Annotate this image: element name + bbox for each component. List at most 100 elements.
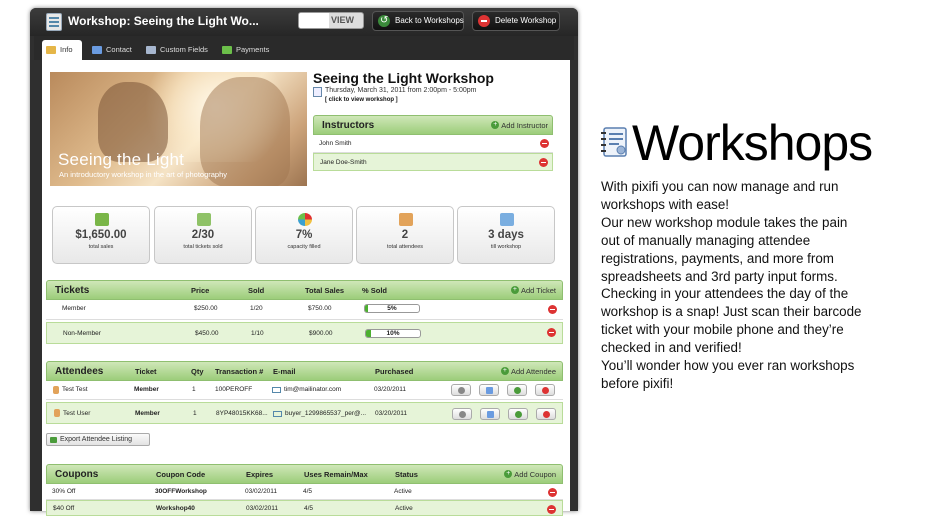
tab-bar: Info Contact Custom Fields Payments [34,36,574,60]
tab-label: Info [60,45,73,54]
remove-icon[interactable] [539,158,548,167]
tab-contact[interactable]: Contact [88,40,138,60]
add-attendee-button[interactable]: Add Attendee [500,367,556,376]
export-attendee-listing-button[interactable]: Export Attendee Listing [46,433,150,446]
col-sold: Sold [248,286,265,295]
view-workshop-link[interactable]: [ click to view workshop ] [325,97,398,103]
stat-value: 2 [401,229,409,241]
attendee-name: Test User [63,410,91,417]
col-transaction: Transaction # [215,367,264,376]
ticket-price: $450.00 [195,330,219,337]
info-panel: Seeing the Light An introductory worksho… [42,60,570,516]
col-price: Price [191,286,210,295]
stat-total-sales: $1,650.00 total sales [52,206,150,264]
ticket-progress-bar: 10% [365,329,421,338]
workshop-date: Thursday, March 31, 2011 from 2:00pm - 5… [325,87,477,94]
coupon-uses: 4/5 [303,488,313,495]
ticket-row: Member $250.00 1/20 $750.00 5% [46,300,563,320]
stat-label: till workshop [490,244,522,250]
tab-label: Custom Fields [160,45,208,54]
attendee-ticket: Member [135,410,160,417]
instructor-name: Jane Doe-Smith [320,159,367,166]
coupon-uses: 4/5 [304,505,314,512]
coupon-code: Workshop40 [156,505,195,512]
money-icon [222,46,232,54]
coupon-status: Active [395,505,413,512]
window-title: Workshop: Seeing the Light Wo... [68,14,259,28]
coupon-code: 30OFFWorkshop [155,488,207,495]
stat-value: 3 days [488,229,524,241]
notebook-icon [601,127,627,157]
remove-icon[interactable] [548,305,557,314]
stat-label: total sales [88,244,114,250]
attendee-name: Test Test [62,386,88,393]
attendee-ticket: Member [134,386,159,393]
cover-subtitle: An introductory workshop in the art of p… [59,170,228,179]
attendee-email[interactable]: buyer_1299865537_per@... [285,403,366,425]
fields-icon [146,46,156,54]
coupon-row: 30% Off 30OFFWorkshop 03/02/2011 4/5 Act… [46,484,563,500]
ticket-total: $900.00 [309,330,333,337]
tab-label: Contact [106,45,132,54]
ticket-row: Non-Member $450.00 1/10 $900.00 10% [46,322,563,344]
col-pct-sold: % Sold [362,286,388,295]
email-button[interactable] [479,384,499,396]
user-remove-icon [543,411,550,418]
tab-info[interactable]: Info [42,40,82,60]
instructors-panel: Instructors Add Instructor John Smith Ja… [313,115,553,171]
col-ticket: Ticket [135,367,157,376]
instructor-name: John Smith [319,140,352,147]
pencil-icon [46,46,56,54]
stat-value: 2/30 [191,229,215,241]
back-button-label: Back to Workshops [395,16,464,25]
edit-attendee-button[interactable] [507,384,527,396]
back-to-workshops-button[interactable]: Back to Workshops [372,11,464,31]
promo-line: registrations, payments, and more from [601,250,834,266]
coupon-status: Active [394,488,412,495]
view-toggle[interactable]: VIEW [298,12,364,29]
ticket-progress-bar: 5% [364,304,420,313]
remove-icon[interactable] [548,488,557,497]
ticket-name: Member [62,305,86,312]
calendar-icon [313,87,322,97]
promo-line: ticket with your mobile phone and they’r… [601,322,844,338]
envelope-icon [486,387,493,394]
ticket-price: $250.00 [194,305,218,312]
remove-icon[interactable] [547,505,556,514]
tickets-section: Tickets Price Sold Total Sales % Sold Ad… [46,280,563,344]
promo-line: out of manually managing attendee [601,232,811,248]
edit-attendee-button[interactable] [508,408,528,420]
email-button[interactable] [480,408,500,420]
cover-title: Seeing the Light [58,150,185,169]
check-in-button[interactable] [452,408,472,420]
attendee-transaction: 8YP48015KK68... [216,410,268,417]
workshop-title: Seeing the Light Workshop [313,70,494,86]
notebook-icon [46,13,62,31]
view-toggle-switch[interactable] [299,13,329,28]
promo-line: You’ll wonder how you ever ran workshops [601,358,855,374]
col-email: E-mail [273,367,296,376]
workshop-cover-image: Seeing the Light An introductory worksho… [50,72,307,186]
delete-workshop-button[interactable]: Delete Workshop [472,11,560,31]
remove-icon[interactable] [547,328,556,337]
attendee-purchased: 03/20/2011 [375,410,408,417]
add-instructor-button[interactable]: Add Instructor [491,121,548,130]
attendee-qty: 1 [192,386,196,393]
tab-custom-fields[interactable]: Custom Fields [142,40,216,60]
check-in-button[interactable] [451,384,471,396]
attendee-email[interactable]: tim@mailinator.com [284,381,341,399]
check-icon [458,387,465,394]
ticket-sold: 1/10 [251,330,264,337]
stat-tickets-sold: 2/30 total tickets sold [154,206,252,264]
coupon-expires: 03/02/2011 [245,488,278,495]
promo-title: Workshops [632,115,873,171]
remove-icon[interactable] [540,139,549,148]
add-coupon-button[interactable]: Add Coupon [504,470,556,479]
remove-attendee-button[interactable] [535,384,555,396]
promo-line: With pixifi you can now manage and run [601,179,839,194]
remove-attendee-button[interactable] [536,408,556,420]
envelope-icon [272,387,281,393]
tab-payments[interactable]: Payments [218,40,276,60]
attendees-title: Attendees [55,366,104,377]
add-ticket-button[interactable]: Add Ticket [510,286,556,295]
